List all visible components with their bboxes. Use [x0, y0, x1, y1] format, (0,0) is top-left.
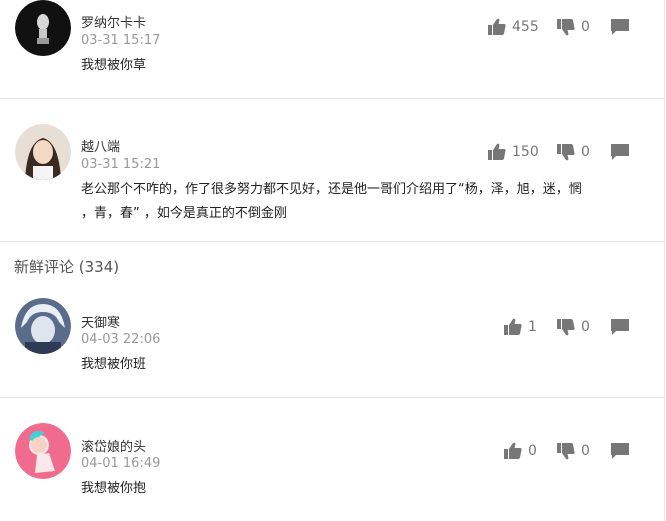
comment-text: 我想被你抱	[81, 481, 147, 496]
avatar[interactable]	[15, 423, 71, 479]
thumbs-up-icon	[504, 318, 522, 335]
comment-timestamp: 03-31 15:21	[81, 157, 161, 172]
reply-icon[interactable]	[610, 318, 630, 336]
thumbs-up-icon	[504, 442, 522, 459]
downvote-button[interactable]: 0	[557, 317, 590, 337]
reply-icon[interactable]	[610, 442, 630, 460]
comment-text-line: ，青，春” ，如今是真正的不倒金刚	[81, 206, 287, 221]
downvote-count: 0	[581, 443, 590, 459]
divider	[0, 397, 664, 398]
upvote-count: 455	[512, 19, 539, 35]
girl-avatar-icon	[15, 124, 71, 180]
thumbs-down-icon	[557, 144, 575, 161]
comment-username[interactable]: 天御寒	[81, 312, 120, 331]
thumbs-down-icon	[557, 319, 575, 336]
upvote-button[interactable]: 455	[488, 17, 539, 37]
thumbs-down-icon	[557, 19, 575, 36]
thumbs-down-icon	[557, 443, 575, 460]
comment-text: 我想被你草	[81, 58, 147, 73]
divider	[0, 98, 664, 99]
downvote-button[interactable]: 0	[557, 441, 590, 461]
thumbs-up-icon	[488, 143, 506, 160]
upvote-count: 150	[512, 144, 539, 160]
thumbs-up-icon	[488, 18, 506, 35]
comment-username[interactable]: 越八端	[81, 136, 120, 155]
downvote-button[interactable]: 0	[557, 142, 590, 162]
new-comments-title: 新鲜评论 (334)	[14, 258, 120, 276]
pink-avatar-icon	[15, 423, 71, 479]
comment-timestamp: 03-31 15:17	[81, 33, 161, 48]
downvote-count: 0	[581, 144, 590, 160]
comment-text-line: 老公那个不咋的，作了很多努力都不见好，还是他一哥们介绍用了“杨，泽，旭，迷，惘	[81, 182, 582, 197]
comment-timestamp: 04-01 16:49	[81, 456, 161, 471]
upvote-button[interactable]: 150	[488, 142, 539, 162]
dark-avatar-icon	[15, 0, 71, 56]
downvote-count: 0	[581, 19, 590, 35]
upvote-count: 1	[528, 319, 537, 335]
anime-avatar-icon	[15, 298, 71, 354]
right-border	[664, 0, 665, 521]
downvote-count: 0	[581, 319, 590, 335]
comment-username[interactable]: 滚岱娘的头	[81, 436, 146, 455]
avatar[interactable]	[15, 124, 71, 180]
comment-text: 我想被你班	[81, 357, 147, 372]
comment-text: 老公那个不咋的，作了很多努力都不见好，还是他一哥们介绍用了“杨，泽，旭，迷，惘 …	[81, 178, 641, 226]
divider	[0, 241, 664, 242]
comment-timestamp: 04-03 22:06	[81, 332, 161, 347]
upvote-count: 0	[528, 443, 537, 459]
reply-icon[interactable]	[610, 143, 630, 161]
avatar[interactable]	[15, 298, 71, 354]
upvote-button[interactable]: 0	[504, 441, 537, 461]
avatar[interactable]	[15, 0, 71, 56]
upvote-button[interactable]: 1	[504, 317, 537, 337]
comment-username[interactable]: 罗纳尔卡卡	[81, 12, 146, 31]
reply-icon[interactable]	[610, 18, 630, 36]
downvote-button[interactable]: 0	[557, 17, 590, 37]
